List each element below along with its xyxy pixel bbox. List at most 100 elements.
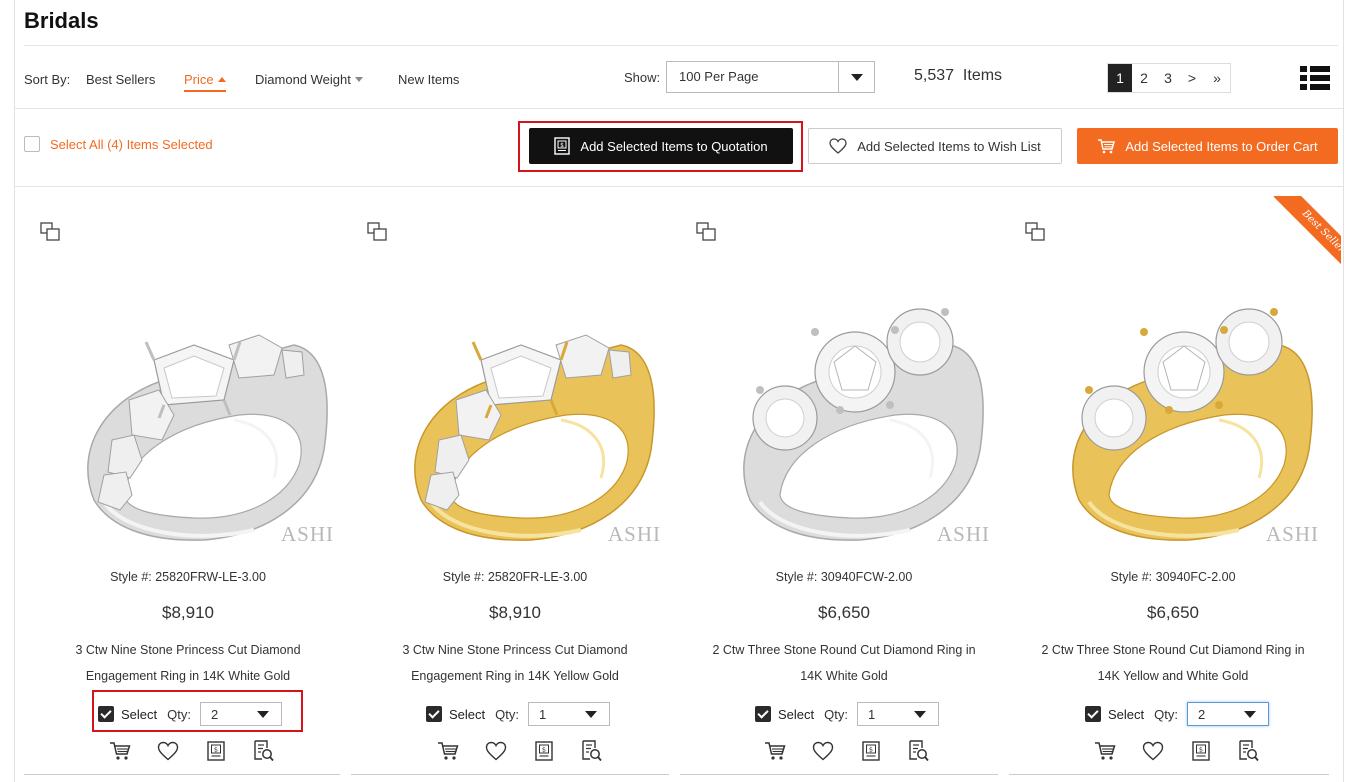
show-label: Show: [624, 70, 661, 85]
list-view-icon[interactable] [1300, 66, 1330, 90]
qty-select[interactable]: 2 [199, 702, 282, 726]
select-checkbox[interactable] [426, 706, 442, 722]
product-name[interactable]: 3 Ctw Nine Stone Princess Cut Diamond Eng… [24, 637, 352, 689]
product-actions: $ [751, 736, 943, 766]
product-price: $6,650 [1147, 603, 1199, 622]
qty-label: Qty: [167, 706, 191, 722]
brand-watermark: ASHI [607, 522, 661, 546]
divider [14, 108, 1344, 109]
select-label: Select [449, 706, 486, 722]
product-price: $8,910 [162, 603, 214, 622]
chevron-down-icon [913, 711, 926, 718]
svg-text:$: $ [869, 746, 873, 754]
svg-text:$: $ [1199, 746, 1203, 754]
divider [14, 186, 1344, 187]
product-actions: $ [1081, 736, 1273, 766]
add-to-quotation-label: Add Selected Items to Quotation [580, 138, 768, 154]
item-count: 5,537 Items [914, 67, 1003, 84]
product-image[interactable] [361, 250, 679, 550]
product-name[interactable]: 2 Ctw Three Stone Round Cut Diamond Ring… [680, 637, 1008, 689]
add-to-wishlist-button[interactable]: Add Selected Items to Wish List [808, 128, 1062, 164]
product-price: $6,650 [818, 603, 870, 622]
add-to-quotation-button[interactable]: $ Add Selected Items to Quotation [529, 128, 793, 164]
style-number: Style #: 25820FRW-LE-3.00 [110, 570, 266, 584]
select-checkbox[interactable] [755, 706, 771, 722]
chevron-down-icon [354, 77, 363, 82]
sort-diamond-weight[interactable]: Diamond Weight [255, 72, 363, 87]
cart-icon[interactable] [96, 736, 144, 766]
divider [24, 45, 1338, 46]
heart-icon[interactable] [144, 736, 192, 766]
compare-icon[interactable] [367, 222, 387, 242]
product-select-row: Select Qty: 2 [1085, 702, 1269, 726]
sort-asc-icon [217, 77, 226, 82]
page-1[interactable]: 1 [1108, 64, 1132, 92]
svg-text:$: $ [214, 746, 218, 754]
select-label: Select [778, 706, 815, 722]
chevron-down-icon [850, 74, 863, 81]
per-page-select[interactable]: 100 Per Page [666, 61, 875, 93]
details-icon[interactable] [1225, 736, 1273, 766]
card-divider [24, 774, 340, 775]
brand-watermark: ASHI [1265, 522, 1319, 546]
page-2[interactable]: 2 [1132, 64, 1156, 92]
cart-icon[interactable] [751, 736, 799, 766]
quotation-icon: $ [554, 137, 571, 155]
sort-price[interactable]: Price [184, 72, 226, 92]
select-label: Select [1108, 706, 1145, 722]
details-icon[interactable] [568, 736, 616, 766]
qty-select[interactable]: 1 [856, 702, 939, 726]
compare-icon[interactable] [40, 222, 60, 242]
qty-label: Qty: [495, 706, 519, 722]
details-icon[interactable] [895, 736, 943, 766]
product-actions: $ [424, 736, 616, 766]
qty-select[interactable]: 1 [527, 702, 610, 726]
quotation-icon[interactable]: $ [847, 736, 895, 766]
chevron-down-icon [584, 711, 597, 718]
chevron-down-icon [1243, 711, 1256, 718]
product-select-row: Select Qty: 2 [98, 702, 282, 726]
page-next[interactable]: > [1180, 64, 1204, 92]
svg-text:$: $ [560, 142, 564, 149]
add-to-cart-button[interactable]: Add Selected Items to Order Cart [1077, 128, 1338, 164]
select-checkbox[interactable] [1085, 706, 1101, 722]
details-icon[interactable] [240, 736, 288, 766]
product-image[interactable] [1019, 250, 1337, 550]
heart-icon[interactable] [799, 736, 847, 766]
product-name[interactable]: 2 Ctw Three Stone Round Cut Diamond Ring… [1009, 637, 1337, 689]
qty-label: Qty: [1154, 706, 1178, 722]
quotation-icon[interactable]: $ [1177, 736, 1225, 766]
product-card: Best Seller ASHI Style #: 30940FC-2.00 $6,6… [1009, 196, 1341, 782]
per-page-dropdown-button[interactable] [838, 62, 874, 92]
compare-icon[interactable] [1025, 222, 1045, 242]
select-label: Select [121, 706, 158, 722]
cart-icon[interactable] [1081, 736, 1129, 766]
brand-watermark: ASHI [280, 522, 334, 546]
quotation-icon[interactable]: $ [520, 736, 568, 766]
per-page-value: 100 Per Page [679, 69, 759, 84]
cart-icon [1097, 138, 1116, 154]
product-image[interactable] [34, 250, 352, 550]
select-checkbox[interactable] [98, 706, 114, 722]
sort-best-sellers[interactable]: Best Sellers [86, 72, 155, 87]
product-select-row: Select Qty: 1 [755, 702, 939, 726]
brand-watermark: ASHI [936, 522, 990, 546]
product-name[interactable]: 3 Ctw Nine Stone Princess Cut Diamond Eng… [351, 637, 679, 689]
page-3[interactable]: 3 [1156, 64, 1180, 92]
sort-new-items[interactable]: New Items [398, 72, 459, 87]
select-all-label: Select All (4) Items Selected [50, 136, 213, 152]
page-last[interactable]: » [1204, 64, 1230, 92]
pagination: 1 2 3 > » [1107, 63, 1231, 93]
heart-icon[interactable] [472, 736, 520, 766]
sort-label: Sort By: [24, 72, 71, 87]
checkbox[interactable] [24, 136, 40, 152]
heart-icon[interactable] [1129, 736, 1177, 766]
quotation-icon[interactable]: $ [192, 736, 240, 766]
compare-icon[interactable] [696, 222, 716, 242]
select-all-checkbox[interactable]: Select All (4) Items Selected [24, 136, 213, 152]
style-number: Style #: 30940FC-2.00 [1110, 570, 1236, 584]
product-select-row: Select Qty: 1 [426, 702, 610, 726]
product-image[interactable] [690, 250, 1008, 550]
cart-icon[interactable] [424, 736, 472, 766]
qty-select[interactable]: 2 [1186, 702, 1269, 726]
